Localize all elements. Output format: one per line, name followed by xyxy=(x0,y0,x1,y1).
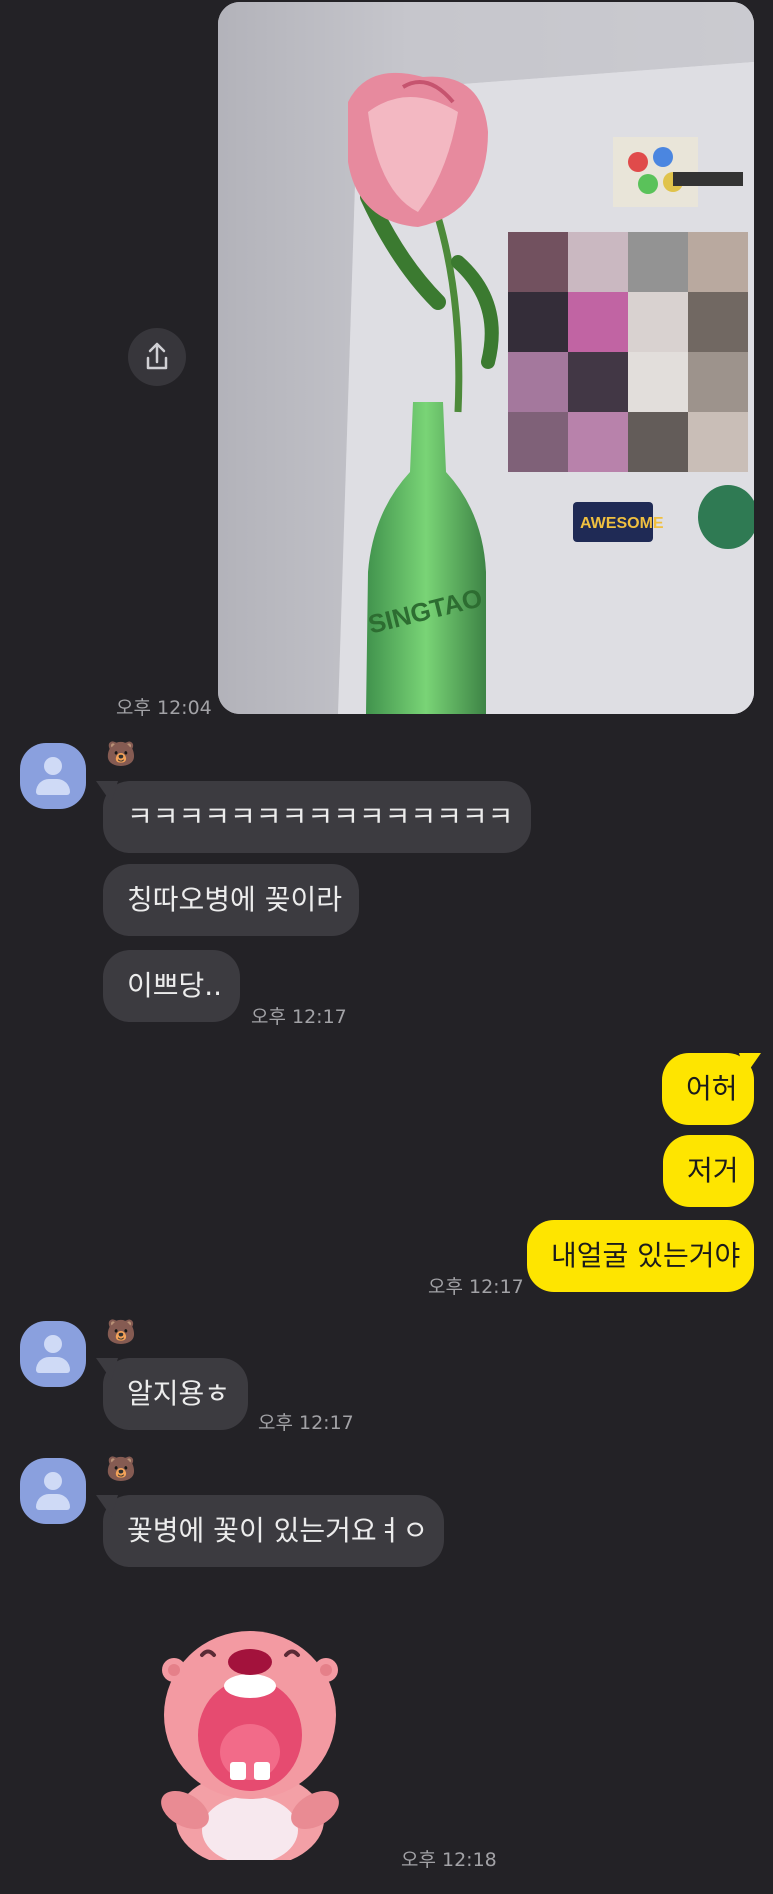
timestamp: 오후 12:04 xyxy=(116,697,212,719)
message-bubble[interactable]: ㅋㅋㅋㅋㅋㅋㅋㅋㅋㅋㅋㅋㅋㅋㅋ xyxy=(103,781,531,853)
sender-name: 🐻 xyxy=(106,740,136,768)
share-button[interactable] xyxy=(128,328,186,386)
avatar[interactable] xyxy=(20,743,86,809)
message-bubble[interactable]: 내얼굴 있는거야 xyxy=(527,1220,754,1292)
avatar[interactable] xyxy=(20,1458,86,1524)
sender-name: 🐻 xyxy=(106,1455,136,1483)
message-bubble[interactable]: 칭따오병에 꽂이라 xyxy=(103,864,359,936)
message-bubble[interactable]: 어허 xyxy=(662,1053,754,1125)
shared-photo[interactable]: AWESOME SINGTAO xyxy=(218,2,754,714)
timestamp: 오후 12:18 xyxy=(401,1849,497,1871)
message-bubble[interactable]: 이쁘당.. xyxy=(103,950,240,1022)
sender-name: 🐻 xyxy=(106,1318,136,1346)
timestamp: 오후 12:17 xyxy=(258,1412,354,1434)
avatar[interactable] xyxy=(20,1321,86,1387)
share-icon xyxy=(146,342,168,370)
timestamp: 오후 12:17 xyxy=(428,1276,524,1298)
message-bubble[interactable]: 꽃병에 꽃이 있는거요ㅕㅇ xyxy=(103,1495,444,1567)
awesome-sticker-text: AWESOME xyxy=(580,515,664,532)
timestamp: 오후 12:17 xyxy=(251,1006,347,1028)
rose-in-bottle-image: AWESOME SINGTAO xyxy=(218,2,754,714)
pink-beaver-sticker[interactable] xyxy=(150,1620,350,1868)
message-bubble[interactable]: 알지용ㅎ xyxy=(103,1358,248,1430)
message-bubble[interactable]: 저거 xyxy=(663,1135,754,1207)
